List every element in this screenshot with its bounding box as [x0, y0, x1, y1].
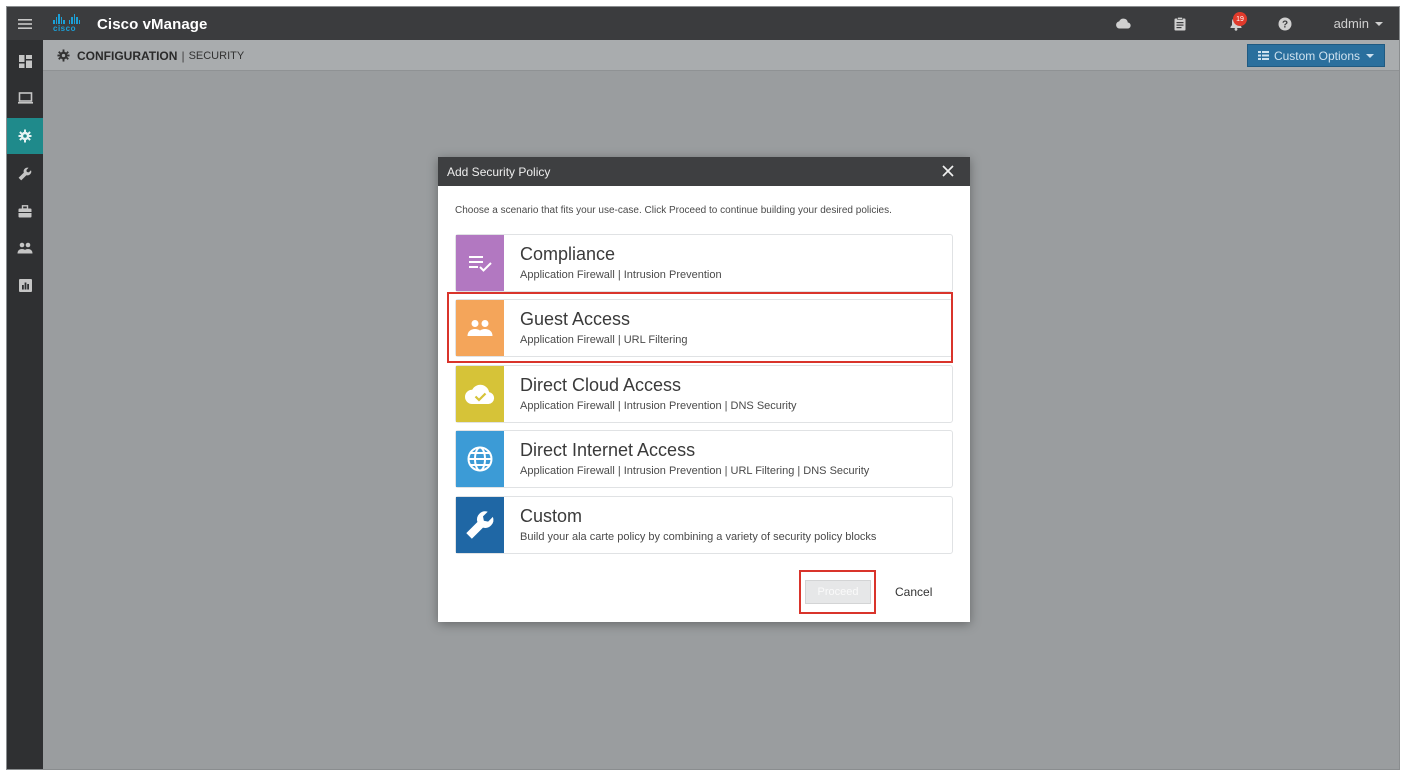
- chevron-down-icon: [1375, 21, 1383, 26]
- notifications-icon[interactable]: 19: [1221, 7, 1251, 40]
- custom-options-label: Custom Options: [1273, 48, 1360, 63]
- option-compliance[interactable]: Compliance Application Firewall | Intrus…: [455, 234, 953, 292]
- sidebar-item-tools[interactable]: [7, 156, 43, 192]
- list-check-icon: [456, 235, 504, 291]
- user-menu[interactable]: admin: [1334, 7, 1383, 40]
- sidebar-item-dashboard[interactable]: [7, 43, 43, 79]
- users-icon: [17, 242, 33, 254]
- breadcrumb-separator: |: [181, 48, 185, 63]
- option-subtitle: Application Firewall | Intrusion Prevent…: [520, 465, 870, 477]
- close-icon[interactable]: [938, 161, 958, 181]
- app-title: Cisco vManage: [97, 15, 208, 33]
- chevron-down-icon: [1366, 53, 1374, 58]
- cisco-logo: cisco Cisco vManage: [53, 14, 208, 34]
- cancel-button[interactable]: Cancel: [895, 580, 932, 604]
- add-security-policy-dialog: Add Security Policy Choose a scenario th…: [438, 157, 970, 622]
- cisco-logo-word: cisco: [53, 24, 76, 33]
- monitor-icon: [17, 92, 33, 104]
- grid-icon: [1257, 51, 1269, 60]
- gear-icon: [57, 49, 70, 62]
- dialog-intro-text: Choose a scenario that fits your use-cas…: [455, 205, 892, 216]
- user-name: admin: [1333, 16, 1369, 31]
- globe-icon: [456, 431, 504, 487]
- wrench-icon: [456, 497, 504, 553]
- option-direct-internet-access[interactable]: Direct Internet Access Application Firew…: [455, 430, 953, 488]
- option-direct-cloud-access[interactable]: Direct Cloud Access Application Firewall…: [455, 365, 953, 423]
- task-list-icon[interactable]: [1171, 7, 1189, 40]
- option-subtitle: Build your ala carte policy by combining…: [520, 531, 877, 543]
- sidebar: [7, 40, 43, 769]
- dialog-header: Add Security Policy: [438, 157, 970, 186]
- top-bar: cisco Cisco vManage 19 ? admin: [7, 7, 1399, 40]
- briefcase-icon: [18, 204, 32, 217]
- notification-count-badge: 19: [1233, 12, 1247, 26]
- sidebar-item-maintenance[interactable]: [7, 193, 43, 229]
- sidebar-item-administration[interactable]: [7, 230, 43, 266]
- gear-icon: [18, 129, 32, 143]
- option-title: Direct Cloud Access: [520, 375, 682, 395]
- dialog-title: Add Security Policy: [447, 164, 551, 179]
- option-subtitle: Application Firewall | Intrusion Prevent…: [520, 269, 722, 281]
- custom-options-button[interactable]: Custom Options: [1246, 44, 1385, 67]
- breadcrumb-page: SECURITY: [188, 49, 245, 62]
- svg-text:?: ?: [1282, 19, 1288, 30]
- menu-icon[interactable]: [7, 7, 43, 40]
- option-custom[interactable]: Custom Build your ala carte policy by co…: [455, 496, 953, 554]
- cisco-logo-mark: cisco: [53, 14, 87, 34]
- sidebar-item-analytics[interactable]: [7, 267, 43, 303]
- breadcrumb: CONFIGURATION | SECURITY: [57, 40, 244, 71]
- option-subtitle: Application Firewall | Intrusion Prevent…: [520, 400, 797, 412]
- app-window: cisco Cisco vManage 19 ? admin CONFIGURA…: [6, 6, 1400, 770]
- guest-access-highlight: [447, 292, 953, 363]
- cloud-icon[interactable]: [1113, 7, 1133, 40]
- analytics-icon: [18, 278, 32, 292]
- option-title: Compliance: [520, 244, 616, 264]
- option-title: Direct Internet Access: [520, 440, 696, 460]
- page-header: CONFIGURATION | SECURITY Custom Options: [43, 40, 1399, 71]
- help-icon[interactable]: ?: [1276, 7, 1294, 40]
- proceed-button[interactable]: Proceed: [805, 580, 871, 604]
- cloud-check-icon: [456, 366, 504, 422]
- wrench-icon: [18, 167, 32, 181]
- option-title: Custom: [520, 506, 583, 526]
- sidebar-item-configuration[interactable]: [7, 118, 43, 154]
- sidebar-item-monitor[interactable]: [7, 80, 43, 116]
- dashboard-icon: [18, 54, 32, 68]
- breadcrumb-section[interactable]: CONFIGURATION: [77, 49, 177, 63]
